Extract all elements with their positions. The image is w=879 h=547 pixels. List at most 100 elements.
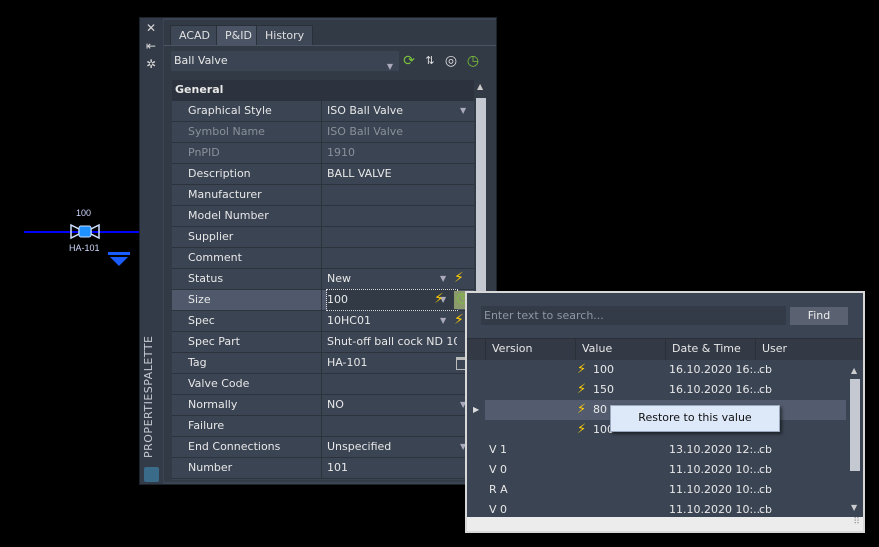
history-date: 13.10.2020 12:... [669, 443, 764, 456]
property-value: 1910 [327, 146, 355, 159]
property-label: Spec Part [188, 335, 240, 348]
object-type-dropdown[interactable]: Ball Valve ▼ [171, 51, 399, 71]
property-value[interactable]: Shut-off ball cock ND 100-P... [327, 332, 457, 352]
property-row[interactable]: Description BALL VALVE [172, 164, 474, 185]
resize-grip-icon[interactable]: ⠿ [853, 517, 860, 527]
settings-icon[interactable]: ✲ [144, 57, 158, 71]
property-value[interactable]: Unspecified [327, 437, 457, 457]
current-row-indicator-icon: ▶ [473, 405, 480, 414]
history-user: cb [759, 443, 773, 456]
property-label: Graphical Style [188, 104, 272, 117]
history-date: 11.10.2020 10:... [669, 463, 764, 476]
scroll-up-icon[interactable]: ▲ [477, 82, 483, 91]
property-row[interactable]: End Connections Unspecified ▼ [172, 437, 474, 458]
chevron-down-icon[interactable]: ▼ [440, 274, 446, 283]
history-version: V 0 [489, 463, 508, 476]
property-value[interactable]: NO [327, 395, 457, 415]
col-date-time[interactable]: Date & Time [665, 339, 755, 360]
history-search-input[interactable]: Enter text to search... [481, 306, 786, 325]
property-value[interactable]: 101 [327, 458, 457, 478]
valve-size-label: 100 [76, 208, 92, 218]
property-row[interactable]: Number 101 [172, 458, 474, 479]
history-value: 100 [593, 363, 614, 376]
ball-valve-symbol[interactable] [70, 223, 100, 240]
lightning-bolt-icon: ⚡ [434, 291, 444, 307]
tab-acad[interactable]: ACAD [170, 25, 220, 45]
property-label: Comment [188, 251, 242, 264]
property-row[interactable]: Graphical Style ISO Ball Valve ▼ [172, 101, 474, 122]
col-value[interactable]: Value [575, 339, 665, 360]
history-row[interactable]: V 1 13.10.2020 12:... cb [485, 440, 846, 460]
refresh-icon[interactable]: ⟳ [401, 53, 417, 69]
property-row[interactable]: Spec Part Shut-off ball cock ND 100-P... [172, 332, 474, 353]
select-objects-icon[interactable]: ⇅ [422, 53, 438, 69]
property-row[interactable]: Symbol Name ISO Ball Valve [172, 122, 474, 143]
property-row[interactable]: Comment [172, 248, 474, 269]
property-value[interactable]: BALL VALVE [327, 164, 457, 184]
property-row[interactable]: Supplier [172, 227, 474, 248]
property-label: Spec [188, 314, 215, 327]
context-menu-restore[interactable]: Restore to this value [610, 405, 780, 432]
section-general[interactable]: General [172, 80, 474, 101]
history-version: R A [489, 483, 508, 496]
history-date: 16.10.2020 16:... [669, 363, 764, 376]
history-row[interactable]: ⚡ 100 16.10.2020 16:... cb [485, 360, 846, 380]
property-row[interactable]: Status New ▼ ⚡ [172, 269, 474, 290]
property-row[interactable]: Tag HA-101 [172, 353, 474, 374]
tab-pid[interactable]: P&ID [216, 25, 261, 45]
property-label: Size [188, 293, 211, 306]
history-scrollbar[interactable]: ▲ ▼ [848, 360, 862, 517]
property-label: Model Number [188, 209, 269, 222]
object-type-value: Ball Valve [174, 54, 228, 67]
scroll-thumb[interactable] [850, 379, 860, 471]
close-icon[interactable]: ✕ [144, 21, 158, 35]
property-value[interactable]: ISO Ball Valve [327, 101, 457, 121]
compare-icon[interactable]: ◎ [443, 53, 459, 69]
palette-titlebar[interactable]: ✕ ⇤ ✲ PROPERTIESPALETTE [140, 18, 163, 484]
property-row[interactable]: Size 100 ▼ ⚡ ◷ [172, 289, 474, 311]
property-row[interactable]: PnPID 1910 [172, 143, 474, 164]
lightning-bolt-icon: ⚡ [577, 422, 587, 437]
property-grid: General Graphical Style ISO Ball Valve ▼… [172, 80, 474, 480]
property-row[interactable]: Failure [172, 416, 474, 437]
property-label: Number [188, 461, 233, 474]
history-clock-icon[interactable]: ◷ [465, 53, 481, 69]
history-row[interactable]: ⚡ 150 16.10.2020 16:... cb [485, 380, 846, 400]
property-label: Failure [188, 419, 225, 432]
popup-status-bar: ⠿ [467, 517, 863, 531]
history-user: cb [759, 383, 773, 396]
col-user[interactable]: User [755, 339, 847, 360]
property-value[interactable]: HA-101 [327, 353, 457, 373]
history-row[interactable]: V 0 11.10.2020 10:... cb [485, 460, 846, 480]
property-row[interactable]: Valve Code [172, 374, 474, 395]
property-row[interactable]: Spec 10HC01 ▼ ⚡ [172, 311, 474, 332]
scroll-up-icon[interactable]: ▲ [851, 366, 857, 375]
lightning-bolt-icon: ⚡ [454, 270, 464, 286]
col-version[interactable]: Version [485, 339, 576, 360]
property-row[interactable]: Manufacturer [172, 185, 474, 206]
lightning-bolt-icon: ⚡ [577, 382, 587, 397]
property-label: Description [188, 167, 251, 180]
property-label: Status [188, 272, 224, 285]
palette-app-icon[interactable] [144, 467, 159, 482]
find-button[interactable]: Find [790, 307, 848, 325]
chevron-down-icon[interactable]: ▼ [440, 316, 446, 325]
auto-hide-icon[interactable]: ⇤ [144, 39, 158, 53]
scroll-down-icon[interactable]: ▼ [851, 503, 857, 512]
lightning-bolt-icon: ⚡ [454, 312, 464, 328]
history-user: cb [759, 463, 773, 476]
lightning-bolt-icon: ⚡ [577, 402, 587, 417]
history-version: V 1 [489, 443, 508, 456]
palette-content: ACAD P&ID History Ball Valve ▼ ⟳ ⇅ ◎ ◷ Ge… [164, 20, 496, 482]
property-row[interactable]: Normally NO ▼ [172, 395, 474, 416]
property-row[interactable]: Model Number [172, 206, 474, 227]
history-row[interactable]: R A 11.10.2020 10:... cb [485, 480, 846, 500]
tab-history[interactable]: History [256, 25, 314, 45]
section-title: General [175, 83, 224, 96]
chevron-down-icon[interactable]: ▼ [460, 106, 466, 115]
property-label: Valve Code [188, 377, 250, 390]
history-user: cb [759, 363, 773, 376]
property-value[interactable]: 10HC01 [327, 311, 457, 331]
property-value[interactable]: New [327, 269, 457, 289]
history-user: cb [759, 483, 773, 496]
